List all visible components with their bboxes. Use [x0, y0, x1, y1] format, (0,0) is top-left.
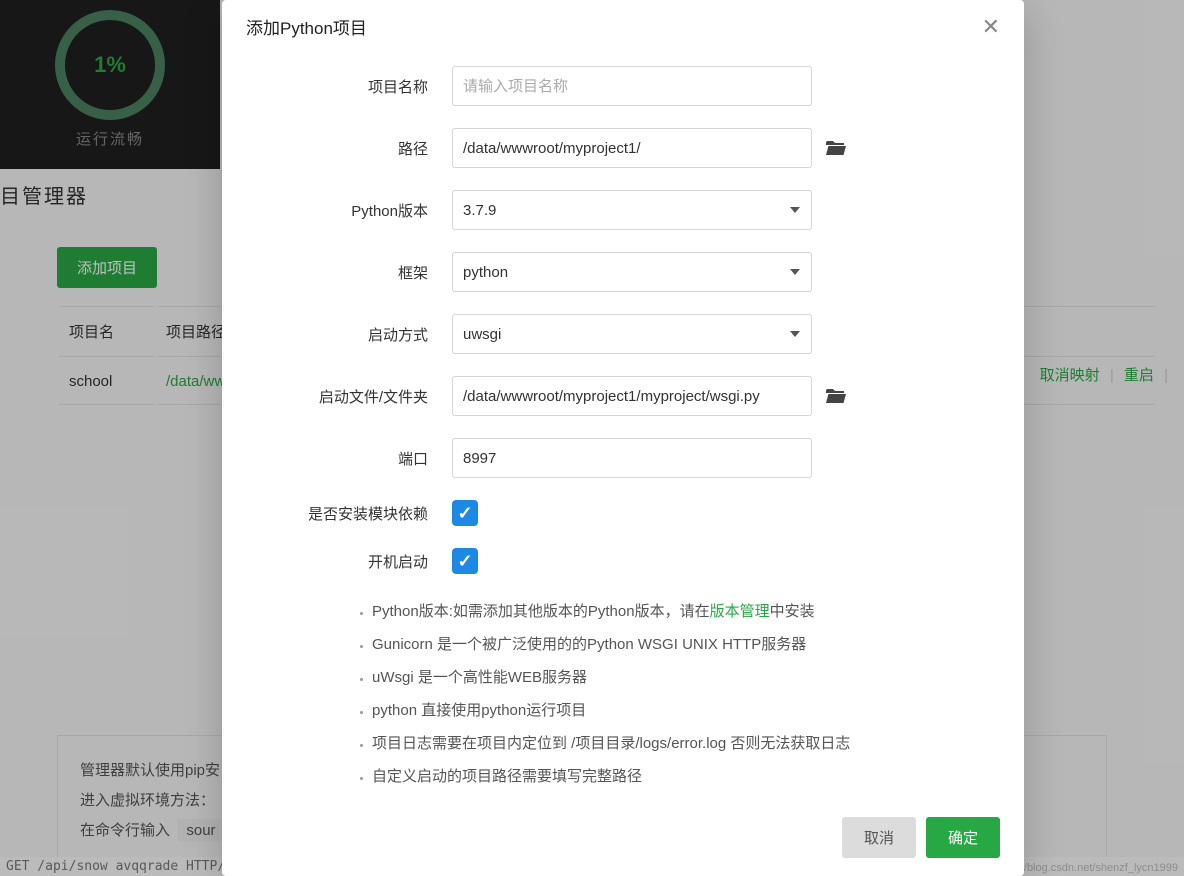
- modal-title: 添加Python项目: [246, 14, 367, 39]
- framework-select[interactable]: python: [452, 252, 812, 292]
- label-start-file: 启动文件/文件夹: [222, 386, 452, 407]
- cancel-button[interactable]: 取消: [842, 817, 916, 858]
- label-python-version: Python版本: [222, 200, 452, 221]
- folder-icon[interactable]: [826, 139, 846, 158]
- install-deps-checkbox[interactable]: [452, 500, 478, 526]
- ok-button[interactable]: 确定: [926, 817, 1000, 858]
- boot-on-start-checkbox[interactable]: [452, 548, 478, 574]
- label-install-deps: 是否安装模块依赖: [222, 503, 452, 524]
- tip-1: Python版本:如需添加其他版本的Python版本，请在版本管理中安装: [372, 595, 984, 628]
- tip-5: 项目日志需要在项目内定位到 /项目目录/logs/error.log 否则无法获…: [372, 727, 984, 760]
- port-input[interactable]: [452, 438, 812, 478]
- modal-header: 添加Python项目 ✕: [222, 0, 1024, 49]
- start-method-select[interactable]: uwsgi: [452, 314, 812, 354]
- path-input[interactable]: [452, 128, 812, 168]
- modal-body: 项目名称 路径 Python版本 3.7.9 框架 python: [222, 49, 1024, 805]
- label-framework: 框架: [222, 262, 452, 283]
- label-project-name: 项目名称: [222, 76, 452, 97]
- tip-6: 自定义启动的项目路径需要填写完整路径: [372, 760, 984, 793]
- label-path: 路径: [222, 138, 452, 159]
- project-name-input[interactable]: [452, 66, 812, 106]
- version-manage-link[interactable]: 版本管理: [710, 603, 770, 620]
- tip-2: Gunicorn 是一个被广泛使用的的Python WSGI UNIX HTTP…: [372, 628, 984, 661]
- folder-icon[interactable]: [826, 387, 846, 406]
- modal-footer: 取消 确定: [222, 805, 1024, 876]
- tip-3: uWsgi 是一个高性能WEB服务器: [372, 661, 984, 694]
- tip-4: python 直接使用python运行项目: [372, 694, 984, 727]
- label-port: 端口: [222, 448, 452, 469]
- add-python-project-modal: 添加Python项目 ✕ 项目名称 路径 Python版本 3.7.9: [222, 0, 1024, 876]
- tips-list: Python版本:如需添加其他版本的Python版本，请在版本管理中安装 Gun…: [222, 585, 1024, 805]
- label-start-method: 启动方式: [222, 324, 452, 345]
- label-boot: 开机启动: [222, 551, 452, 572]
- python-version-select[interactable]: 3.7.9: [452, 190, 812, 230]
- close-icon[interactable]: ✕: [982, 16, 1000, 38]
- start-file-input[interactable]: [452, 376, 812, 416]
